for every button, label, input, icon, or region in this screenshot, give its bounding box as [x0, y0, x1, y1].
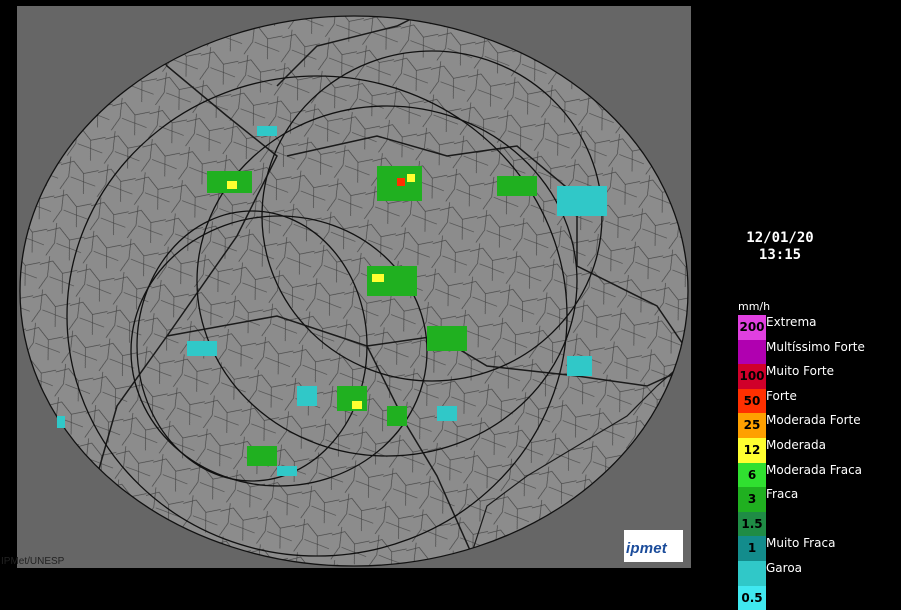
legend-swatch: 50	[738, 388, 766, 414]
legend-level: 1 Muito Fraca	[738, 536, 898, 561]
legend-swatch: 200	[738, 315, 766, 340]
legend-level: 6 Moderada Fraca	[738, 462, 898, 488]
legend-swatch: 3	[738, 487, 766, 512]
legend-label: Extrema	[766, 315, 817, 329]
legend-label: Forte	[766, 388, 797, 403]
legend-label: Moderada Forte	[766, 413, 861, 428]
legend-label: Muito Forte	[766, 364, 834, 379]
legend-level: 50 Forte	[738, 388, 898, 414]
ipmet-logo: ipmet	[624, 530, 683, 562]
legend-swatch: 1.5	[738, 511, 766, 537]
date-label: 12/01/20	[746, 230, 814, 246]
legend-level: 100 Muito Forte	[738, 364, 898, 389]
logo-text: ipmet	[626, 540, 668, 557]
legend-swatch: 1	[738, 536, 766, 561]
legend-label: Garoa	[766, 561, 803, 575]
legend-level: Garoa	[738, 561, 898, 586]
legend-level: 3 Fraca	[738, 487, 898, 512]
legend-level: 25 Moderada Forte	[738, 413, 898, 438]
credit-text: IPMet/UNESP	[1, 556, 65, 567]
legend-level: 12 Moderada	[738, 438, 898, 463]
legend-level: 0.5	[738, 585, 898, 610]
timestamp: 12/01/20 13:15	[720, 230, 840, 264]
legend-swatch	[738, 561, 766, 586]
legend-swatch	[738, 339, 766, 365]
legend-level: Multíssimo Forte	[738, 339, 898, 365]
radar-map[interactable]	[17, 6, 691, 568]
legend-swatch: 6	[738, 462, 766, 488]
legend-label: Muito Fraca	[766, 536, 836, 551]
legend-unit: mm/h	[738, 300, 771, 313]
time-label: 13:15	[758, 247, 802, 263]
legend-label: Multíssimo Forte	[766, 339, 865, 354]
legend-level: 1.5	[738, 511, 898, 537]
legend-swatch: 0.5	[738, 585, 766, 610]
legend-label: Moderada	[766, 438, 826, 452]
legend-label: Fraca	[766, 487, 799, 502]
legend-swatch: 12	[738, 438, 766, 463]
legend-level: 200 Extrema	[738, 315, 898, 340]
legend-swatch: 25	[738, 413, 766, 438]
legend-swatch: 100	[738, 364, 766, 389]
legend-label: Moderada Fraca	[766, 462, 863, 477]
